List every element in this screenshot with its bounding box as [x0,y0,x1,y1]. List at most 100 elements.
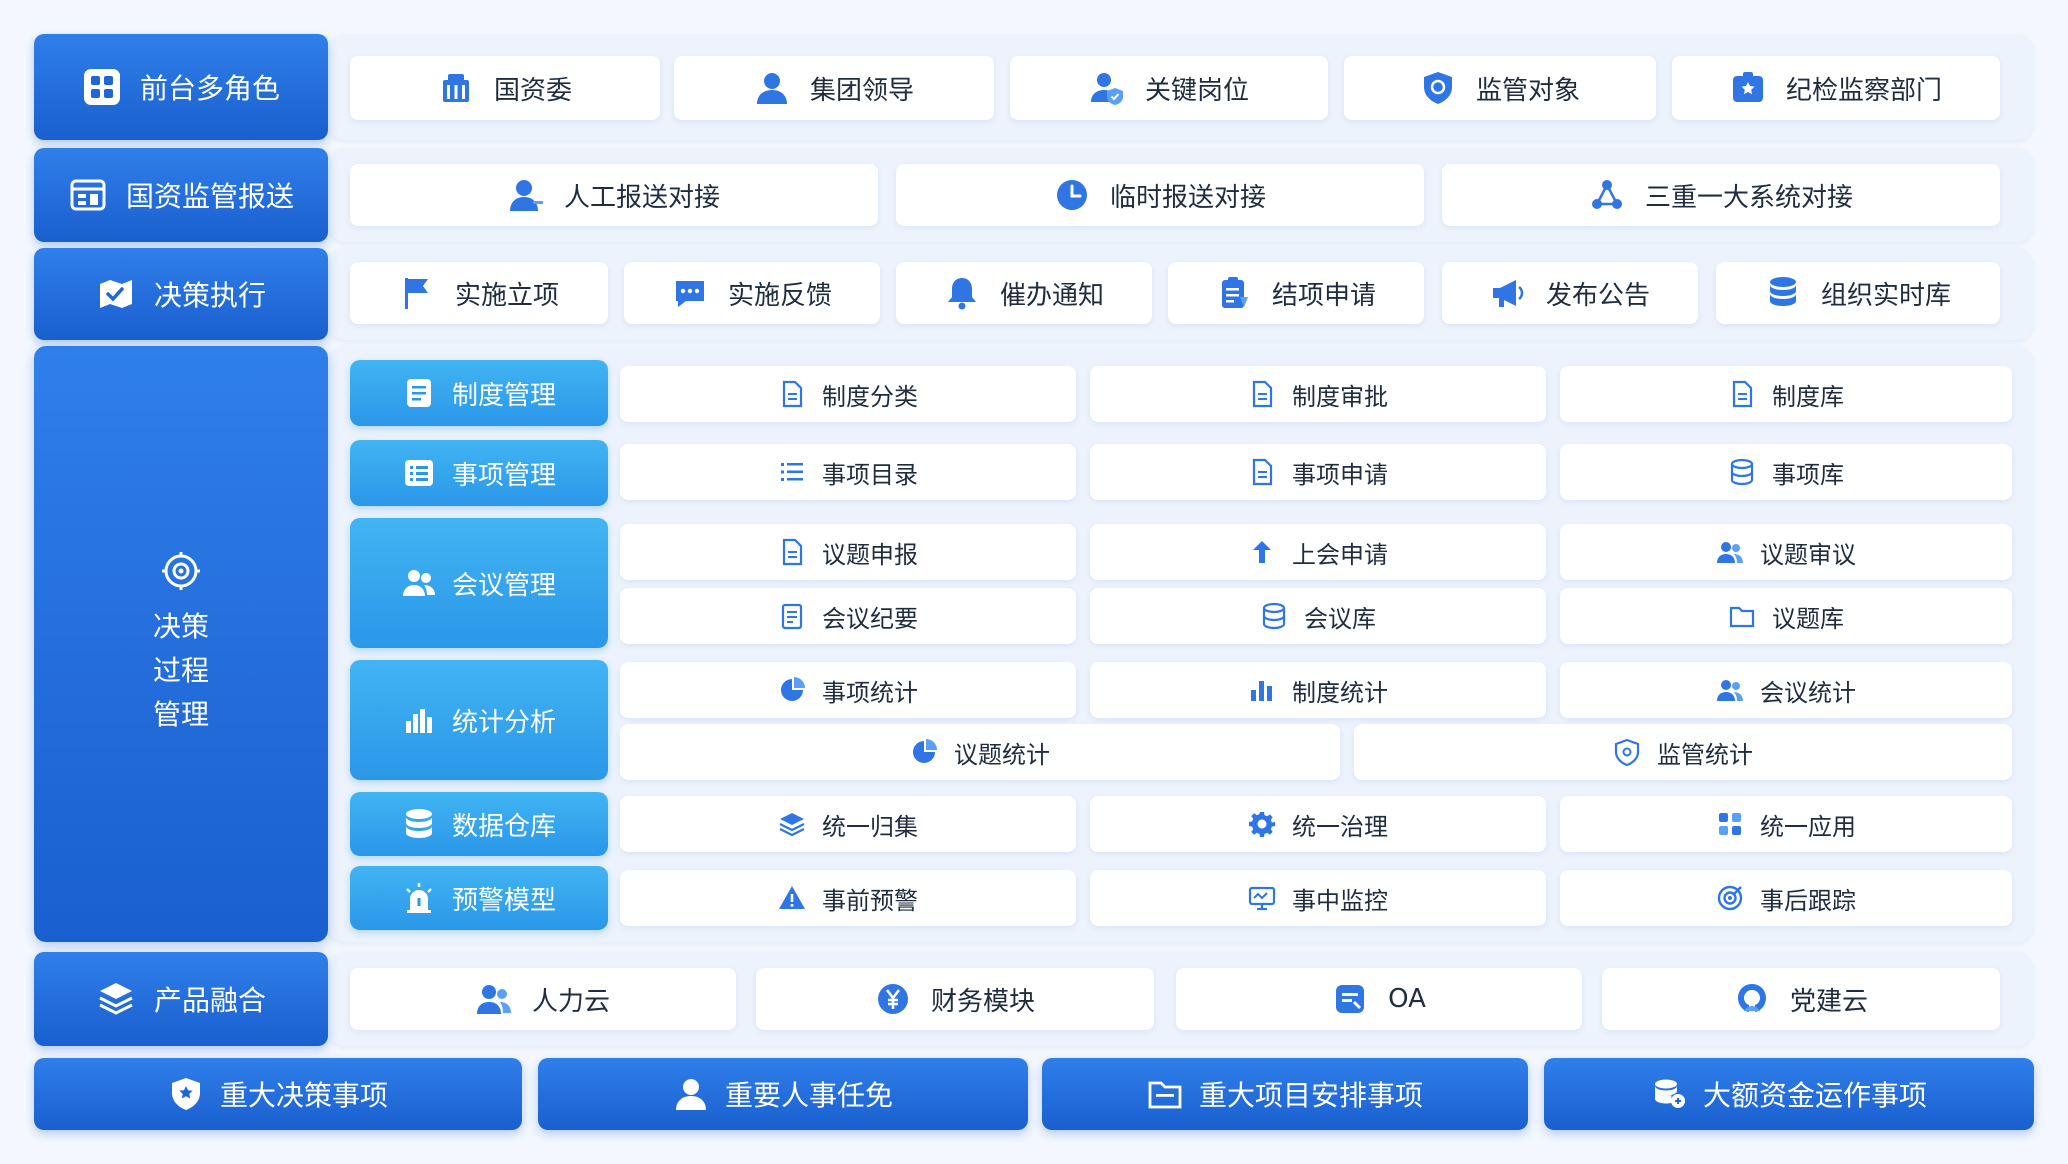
policy-item-library[interactable]: 制度库 [1560,366,2012,422]
meeting-item-topic-report[interactable]: 议题申报 [620,524,1076,580]
coins-icon [1651,1076,1687,1112]
module-label: 会议管理 [451,570,556,601]
execution-card-reminder[interactable]: 催办通知 [896,262,1152,324]
execution-card-announce[interactable]: 发布公告 [1442,262,1698,324]
execution-card-initiate[interactable]: 实施立项 [350,262,608,324]
bottom-personnel[interactable]: 重要人事任免 [538,1058,1028,1130]
layers-icon [778,810,806,838]
item-label: 事项统计 [822,678,918,707]
bottom-label: 重要人事任免 [724,1079,893,1112]
item-label: 议题库 [1772,604,1844,633]
flag-icon [399,275,435,311]
reporting-card-manual[interactable]: 人工报送对接 [350,164,878,226]
user-icon [508,177,544,213]
network-icon [1589,177,1625,213]
execution-header[interactable]: 决策执行 [34,248,328,340]
reporting-header[interactable]: 国资监管报送 [34,148,328,242]
stats-item-meeting[interactable]: 会议统计 [1560,662,2012,718]
role-card-discipline[interactable]: 纪检监察部门 [1672,56,2000,120]
policy-item-approval[interactable]: 制度审批 [1090,366,1546,422]
item-label: 制度统计 [1292,678,1388,707]
bottom-large-funds[interactable]: 大额资金运作事项 [1544,1058,2034,1130]
stats-item-supervision[interactable]: 监管统计 [1354,724,2012,780]
products-header-label: 产品融合 [153,984,266,1017]
role-label: 监管对象 [1475,75,1580,106]
apps-icon [1716,810,1744,838]
list-icon [402,456,436,490]
reporting-header-label: 国资监管报送 [125,180,294,213]
alarm-icon [402,881,436,915]
meeting-item-submit[interactable]: 上会申请 [1090,524,1546,580]
execution-card-closure[interactable]: 结项申请 [1168,262,1424,324]
stats-item-policy[interactable]: 制度统计 [1090,662,1546,718]
product-card-finance[interactable]: 财务模块 [756,968,1154,1030]
matter-item-apply[interactable]: 事项申请 [1090,444,1546,500]
chat-icon [672,275,708,311]
module-warning[interactable]: 预警模型 [350,866,608,930]
warehouse-item-collect[interactable]: 统一归集 [620,796,1076,852]
bottom-label: 重大决策事项 [219,1079,388,1112]
warning-item-pre[interactable]: 事前预警 [620,870,1076,926]
reporting-card-system[interactable]: 三重一大系统对接 [1442,164,2000,226]
matter-item-library[interactable]: 事项库 [1560,444,2012,500]
bottom-major-decision[interactable]: 重大决策事项 [34,1058,522,1130]
products-header[interactable]: 产品融合 [34,952,328,1046]
pie-icon [910,738,938,766]
product-card-hr-cloud[interactable]: 人力云 [350,968,736,1030]
arrow-up-icon [1248,538,1276,566]
product-card-party-cloud[interactable]: 党建云 [1602,968,2000,1030]
pie-icon [778,676,806,704]
file-icon [1728,380,1756,408]
bottom-major-project[interactable]: 重大项目安排事项 [1042,1058,1528,1130]
warehouse-item-apply[interactable]: 统一应用 [1560,796,2012,852]
report-icon [68,175,108,215]
stats-item-matter[interactable]: 事项统计 [620,662,1076,718]
meeting-item-minutes[interactable]: 会议纪要 [620,588,1076,644]
meeting-item-review[interactable]: 议题审议 [1560,524,2012,580]
shield-icon [1420,70,1456,106]
matter-item-catalog[interactable]: 事项目录 [620,444,1076,500]
reporting-card-temporary[interactable]: 临时报送对接 [896,164,1424,226]
process-header[interactable]: 决策 过程 管理 [34,346,328,942]
file-icon [1248,380,1276,408]
gear-icon [1248,810,1276,838]
role-card-supervised[interactable]: 监管对象 [1344,56,1656,120]
role-card-group-leader[interactable]: 集团领导 [674,56,994,120]
badge-icon [1730,70,1766,106]
execution-card-feedback[interactable]: 实施反馈 [624,262,880,324]
item-label: 监管统计 [1657,740,1753,769]
item-label: 议题统计 [954,740,1050,769]
execution-card-realtime-db[interactable]: 组织实时库 [1716,262,2000,324]
meeting-item-topic-library[interactable]: 议题库 [1560,588,2012,644]
bottom-label: 重大项目安排事项 [1198,1079,1423,1112]
product-card-oa[interactable]: OA [1176,968,1582,1030]
module-stats[interactable]: 统计分析 [350,660,608,780]
module-matter[interactable]: 事项管理 [350,440,608,506]
process-header-line3: 管理 [152,698,209,731]
stats-item-topic[interactable]: 议题统计 [620,724,1340,780]
item-label: 统一治理 [1292,812,1388,841]
meeting-item-library[interactable]: 会议库 [1090,588,1546,644]
module-policy[interactable]: 制度管理 [350,360,608,426]
warning-item-during[interactable]: 事中监控 [1090,870,1546,926]
user-icon [673,1076,709,1112]
module-warehouse[interactable]: 数据仓库 [350,792,608,856]
user-shield-icon [1089,70,1125,106]
item-label: 事中监控 [1292,886,1388,915]
role-card-key-post[interactable]: 关键岗位 [1010,56,1328,120]
building-icon [438,70,474,106]
warehouse-item-govern[interactable]: 统一治理 [1090,796,1546,852]
role-card-sasac[interactable]: 国资委 [350,56,660,120]
module-label: 统计分析 [451,707,556,738]
role-label: 集团领导 [809,75,914,106]
warning-item-post[interactable]: 事后跟踪 [1560,870,2012,926]
users-icon [476,981,512,1017]
document-icon [402,376,436,410]
roles-header[interactable]: 前台多角色 [34,34,328,140]
file-icon [1248,458,1276,486]
folder-icon [1147,1076,1183,1112]
database-icon [1728,458,1756,486]
module-meeting[interactable]: 会议管理 [350,518,608,648]
policy-item-category[interactable]: 制度分类 [620,366,1076,422]
check-map-icon [96,274,136,314]
